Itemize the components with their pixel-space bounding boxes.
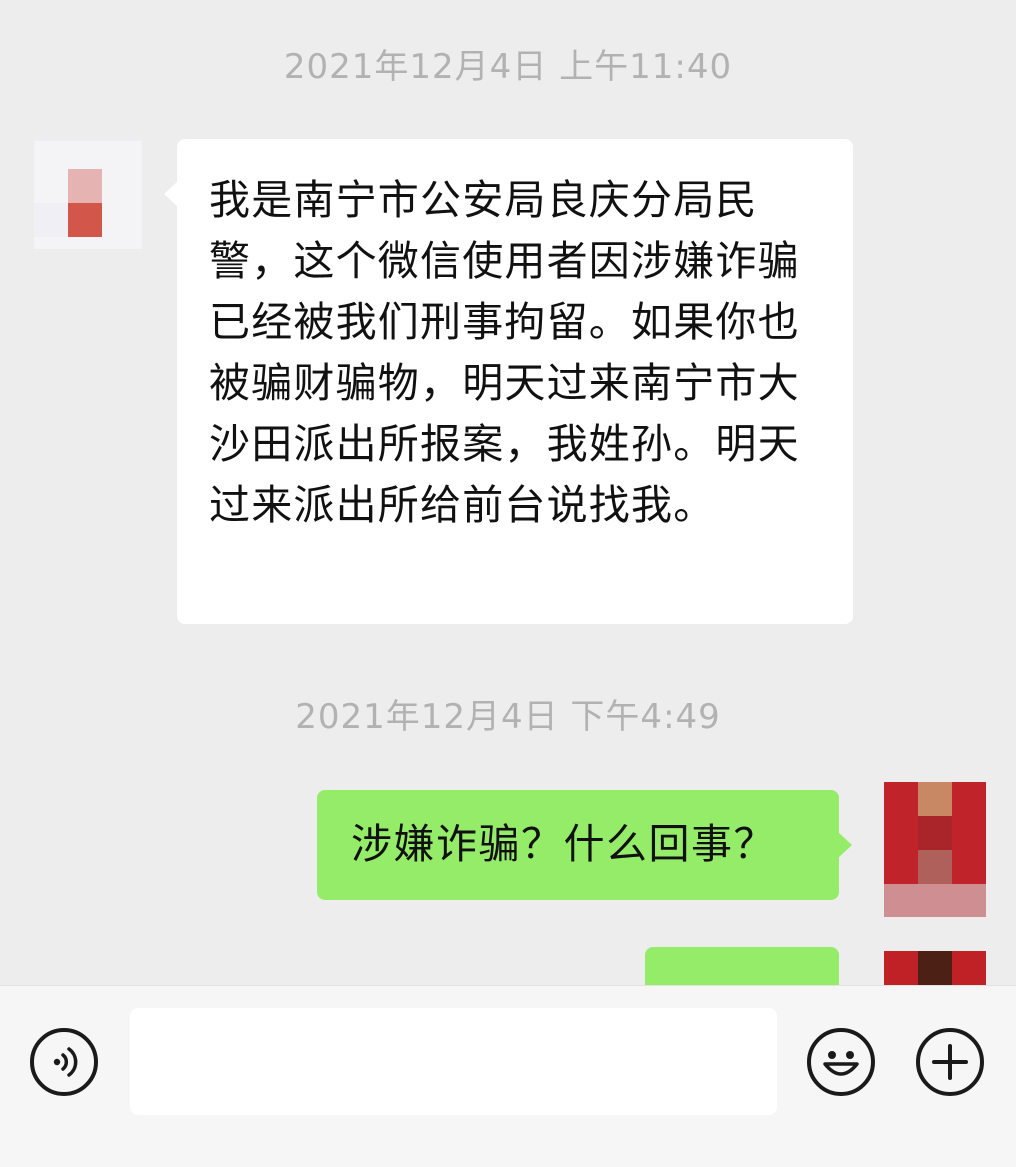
self-avatar[interactable] [884,782,986,917]
voice-button[interactable] [30,1028,98,1096]
message-text-input[interactable] [130,1008,777,1115]
voice-icon [53,1047,78,1077]
incoming-message-bubble[interactable]: 我是南宁市公安局良庆分局民警，这个微信使用者因涉嫌诈骗已经被我们刑事拘留。如果你… [164,139,853,624]
emoji-button[interactable] [807,1028,875,1096]
chat-input-bar [0,985,1016,1167]
chat-message-area[interactable]: 2021年12月4日 上午11:40 我是南宁市公安局良庆分局民警，这个微信使用… [0,0,1016,985]
plus-icon [932,1044,968,1080]
contact-avatar[interactable] [34,141,142,249]
emoji-smile-icon [823,1051,859,1076]
message-timestamp: 2021年12月4日 上午11:40 [283,47,733,87]
outgoing-message-bubble[interactable]: 涉嫌诈骗？什么回事？ [317,790,852,900]
more-functions-button[interactable] [916,1028,984,1096]
message-timestamp: 2021年12月4日 下午4:49 [295,697,721,737]
self-avatar[interactable] [884,951,986,985]
outgoing-message-bubble-partial[interactable] [645,947,839,985]
